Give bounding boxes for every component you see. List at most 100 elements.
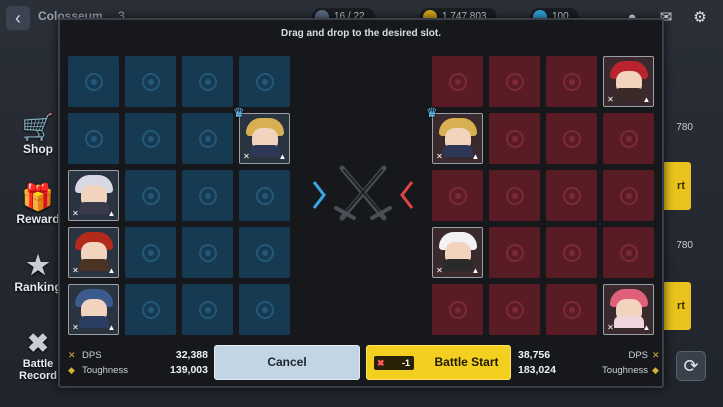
ally-slot[interactable] bbox=[125, 227, 176, 278]
element-icon: ▲ bbox=[278, 152, 287, 161]
role-icon: ✕ bbox=[436, 152, 443, 161]
shield-icon: ◆ bbox=[652, 365, 659, 375]
enemy-slot[interactable]: ✕ ▲ bbox=[603, 56, 654, 107]
empty-slot-icon bbox=[141, 186, 160, 205]
ally-slot[interactable] bbox=[182, 113, 233, 164]
enemy-arrow-icon bbox=[400, 181, 414, 209]
ally-dps-value: 32,388 bbox=[175, 349, 208, 361]
captain-hero[interactable]: ✕ ▲ bbox=[432, 113, 483, 164]
enemy-toughness-value: 183,024 bbox=[518, 364, 556, 376]
empty-slot-icon bbox=[505, 300, 524, 319]
bg-power-2: 780 bbox=[676, 240, 693, 251]
ally-slot[interactable]: ✕ ▲ bbox=[68, 227, 119, 278]
pirate-hero[interactable]: ✕ ▲ bbox=[68, 227, 119, 278]
enemy-slot[interactable] bbox=[432, 170, 483, 221]
empty-slot-icon bbox=[141, 72, 160, 91]
ally-stats: ✕ DPS 32,388 ◆ Toughness 139,003 bbox=[68, 349, 208, 376]
empty-slot-icon bbox=[619, 243, 638, 262]
hero-body bbox=[79, 316, 109, 328]
empty-slot-icon bbox=[198, 72, 217, 91]
element-icon: ▲ bbox=[107, 209, 116, 218]
element-icon: ▲ bbox=[471, 266, 480, 275]
ally-slot[interactable] bbox=[125, 170, 176, 221]
enemy-slot[interactable] bbox=[489, 56, 540, 107]
enemy-slot[interactable] bbox=[489, 227, 540, 278]
ally-slot[interactable] bbox=[182, 56, 233, 107]
empty-slot-icon bbox=[448, 72, 467, 91]
enemy-slot[interactable]: ✕ ▲ bbox=[432, 227, 483, 278]
ticket-icon: ✖ bbox=[377, 358, 385, 368]
formation-modal: Drag and drop to the desired slot. ✕ ▲ ♛ ✕ ▲… bbox=[58, 18, 664, 388]
ally-slot[interactable] bbox=[182, 170, 233, 221]
empty-slot-icon bbox=[84, 72, 103, 91]
enemy-slot[interactable]: ✕ ▲ ♛ bbox=[426, 105, 483, 164]
role-icon: ✕ bbox=[72, 209, 79, 218]
ally-slot[interactable] bbox=[125, 113, 176, 164]
panda-hero[interactable]: ✕ ▲ bbox=[432, 227, 483, 278]
ally-slot[interactable] bbox=[239, 284, 290, 335]
enemy-slot[interactable]: ✕ ▲ bbox=[603, 284, 654, 335]
empty-slot-icon bbox=[141, 243, 160, 262]
empty-slot-icon bbox=[255, 186, 274, 205]
role-icon: ✕ bbox=[72, 323, 79, 332]
ally-slot[interactable]: ✕ ▲ bbox=[68, 284, 119, 335]
silver-hair-hero[interactable]: ✕ ▲ bbox=[68, 170, 119, 221]
ally-slot[interactable] bbox=[182, 284, 233, 335]
empty-slot-icon bbox=[255, 72, 274, 91]
enemy-formation-grid: ✕ ▲ ✕ ▲ ♛ ✕ ▲ ✕ ▲ bbox=[426, 56, 654, 335]
enemy-slot[interactable] bbox=[489, 284, 540, 335]
ally-slot[interactable] bbox=[239, 227, 290, 278]
empty-slot-icon bbox=[505, 129, 524, 148]
element-icon: ▲ bbox=[642, 323, 651, 332]
enemy-slot[interactable] bbox=[603, 227, 654, 278]
ally-slot[interactable] bbox=[68, 56, 119, 107]
back-button[interactable]: ‹ bbox=[6, 6, 30, 30]
empty-slot-icon bbox=[141, 300, 160, 319]
battle-start-button[interactable]: ✖ -1 Battle Start bbox=[366, 345, 511, 380]
empty-slot-icon bbox=[619, 129, 638, 148]
captain-hero[interactable]: ✕ ▲ bbox=[239, 113, 290, 164]
enemy-slot[interactable] bbox=[603, 113, 654, 164]
red-hood-hero[interactable]: ✕ ▲ bbox=[603, 56, 654, 107]
ally-slot[interactable] bbox=[125, 284, 176, 335]
enemy-slot[interactable] bbox=[546, 170, 597, 221]
hero-body bbox=[614, 88, 644, 100]
swords-icon: ✕ bbox=[652, 350, 660, 360]
empty-slot-icon bbox=[141, 129, 160, 148]
enemy-slot[interactable] bbox=[432, 284, 483, 335]
enemy-slot[interactable] bbox=[603, 170, 654, 221]
role-icon: ✕ bbox=[436, 266, 443, 275]
gear-icon[interactable]: ⚙ bbox=[688, 6, 712, 30]
enemy-slot[interactable] bbox=[546, 284, 597, 335]
instruction-text: Drag and drop to the desired slot. bbox=[280, 28, 441, 39]
empty-slot-icon bbox=[255, 300, 274, 319]
pink-hair-hero[interactable]: ✕ ▲ bbox=[603, 284, 654, 335]
role-icon: ✕ bbox=[72, 266, 79, 275]
empty-slot-icon bbox=[255, 243, 274, 262]
empty-slot-icon bbox=[562, 300, 581, 319]
enemy-slot[interactable] bbox=[546, 113, 597, 164]
refresh-button[interactable]: ⟳ bbox=[676, 351, 706, 381]
ally-slot[interactable] bbox=[239, 56, 290, 107]
enemy-slot[interactable] bbox=[546, 227, 597, 278]
cancel-button[interactable]: Cancel bbox=[214, 345, 360, 380]
ally-slot[interactable] bbox=[68, 113, 119, 164]
element-icon: ▲ bbox=[471, 152, 480, 161]
empty-slot-icon bbox=[198, 129, 217, 148]
colosseum-screen: ‹ Colosseum 3 16 / 22 1,747,803 100 ● ✉ … bbox=[0, 0, 723, 407]
blue-witch-hero[interactable]: ✕ ▲ bbox=[68, 284, 119, 335]
enemy-slot[interactable] bbox=[432, 56, 483, 107]
role-icon: ✕ bbox=[607, 323, 614, 332]
hero-body bbox=[443, 145, 473, 157]
hero-body bbox=[79, 259, 109, 271]
enemy-slot[interactable] bbox=[489, 113, 540, 164]
ally-slot[interactable] bbox=[239, 170, 290, 221]
enemy-slot[interactable] bbox=[489, 170, 540, 221]
ally-slot[interactable]: ✕ ▲ ♛ bbox=[233, 105, 290, 164]
ally-slot[interactable] bbox=[182, 227, 233, 278]
empty-slot-icon bbox=[198, 300, 217, 319]
enemy-slot[interactable] bbox=[546, 56, 597, 107]
ally-slot[interactable] bbox=[125, 56, 176, 107]
empty-slot-icon bbox=[505, 243, 524, 262]
ally-slot[interactable]: ✕ ▲ bbox=[68, 170, 119, 221]
